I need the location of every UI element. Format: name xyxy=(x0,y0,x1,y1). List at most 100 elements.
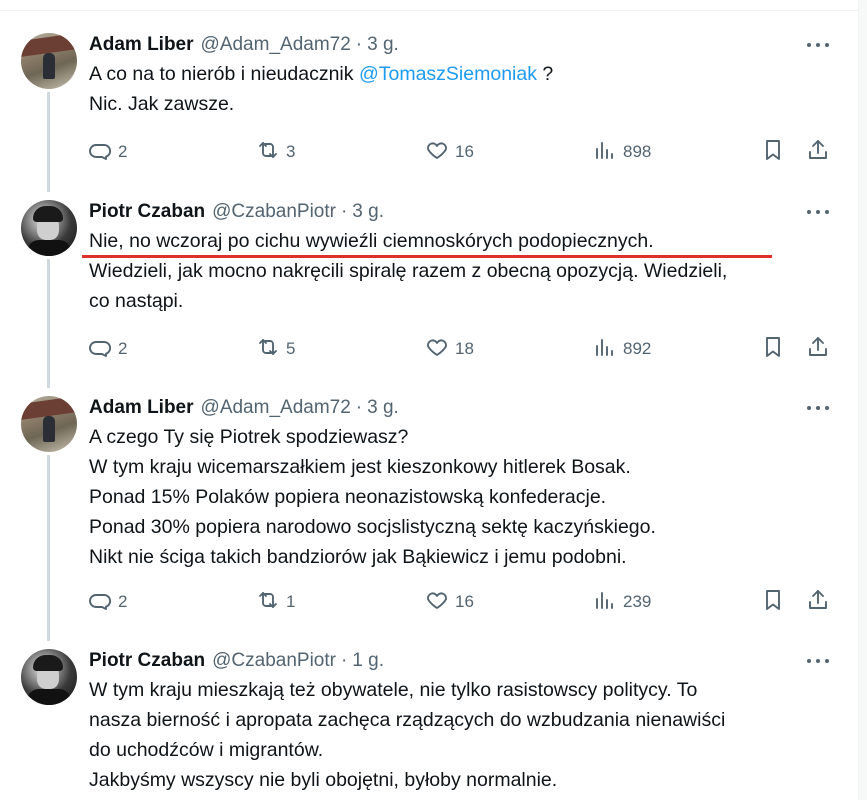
separator-dot: · xyxy=(340,201,348,222)
retweet-icon xyxy=(256,335,280,364)
views-button[interactable]: 892 xyxy=(593,334,651,364)
avatar[interactable] xyxy=(21,33,77,89)
action-bar: 2 3 16 898 xyxy=(0,137,858,167)
text-segment: Ponad 30% popiera narodowo socjslistyczn… xyxy=(89,516,656,538)
text-line: A co na to nierób i nieudacznik @TomaszS… xyxy=(89,59,553,89)
bookmark-icon xyxy=(761,588,785,617)
share-icon xyxy=(806,335,830,364)
tweet-header: Piotr Czaban @CzabanPiotr · 1 g. xyxy=(89,649,384,673)
share-button[interactable] xyxy=(806,587,830,617)
tweet-text: A co na to nierób i nieudacznik @TomaszS… xyxy=(89,59,553,119)
more-icon[interactable] xyxy=(806,657,830,665)
bookmark-button[interactable] xyxy=(761,587,785,617)
text-line: W tym kraju wicemarszałkiem jest kieszon… xyxy=(89,452,656,482)
replies-count: 2 xyxy=(118,339,128,358)
text-line: Ponad 15% Polaków popiera neonazistowską… xyxy=(89,482,656,512)
retweet-icon xyxy=(256,138,280,167)
author-name[interactable]: Adam Liber xyxy=(89,397,194,419)
bookmark-button[interactable] xyxy=(761,137,785,167)
mention-link[interactable]: @TomaszSiemoniak xyxy=(359,63,537,85)
retweets-count: 3 xyxy=(286,142,296,161)
views-icon xyxy=(593,335,617,364)
action-bar: 2 1 16 239 xyxy=(0,587,858,617)
avatar[interactable] xyxy=(21,396,77,452)
author-handle[interactable]: @CzabanPiotr xyxy=(212,201,336,223)
avatar-hair xyxy=(33,206,63,222)
text-segment: W tym kraju mieszkają też obywatele, nie… xyxy=(89,679,698,701)
views-count: 892 xyxy=(623,339,652,358)
more-icon[interactable] xyxy=(806,404,830,412)
text-segment: Nic. Jak zawsze. xyxy=(89,93,235,115)
text-segment: Ponad 15% Polaków popiera neonazistowską… xyxy=(89,486,607,508)
views-button[interactable]: 898 xyxy=(593,137,651,167)
more-icon[interactable] xyxy=(806,41,830,49)
more-icon[interactable] xyxy=(806,208,830,216)
text-line: Jakbyśmy wszyscy nie byli obojętni, było… xyxy=(89,765,725,795)
bookmark-button[interactable] xyxy=(761,334,785,364)
reply-icon xyxy=(88,588,112,617)
author-handle[interactable]: @Adam_Adam72 xyxy=(201,397,351,419)
views-icon xyxy=(593,138,617,167)
retweets-count: 5 xyxy=(286,339,296,358)
red-underline-annotation xyxy=(82,255,772,258)
share-button[interactable] xyxy=(806,334,830,364)
retweet-button[interactable]: 1 xyxy=(256,587,295,617)
text-line: Nikt nie ściga takich bandziorów jak Bąk… xyxy=(89,542,656,572)
text-segment: ? xyxy=(536,63,554,85)
top-divider xyxy=(0,0,858,11)
avatar-hair xyxy=(33,655,63,671)
reply-icon xyxy=(88,335,112,364)
views-count: 898 xyxy=(623,142,652,161)
tweet-time[interactable]: 3 g. xyxy=(367,397,399,419)
avatar[interactable] xyxy=(21,649,77,705)
author-name[interactable]: Piotr Czaban xyxy=(89,201,205,223)
avatar-figure xyxy=(43,416,55,442)
text-line: W tym kraju mieszkają też obywatele, nie… xyxy=(89,675,725,705)
text-segment: A co na to nierób i nieudacznik xyxy=(89,63,359,85)
thread-connector xyxy=(47,259,50,388)
text-line: Ponad 30% popiera narodowo socjslistyczn… xyxy=(89,512,656,542)
text-segment: W tym kraju wicemarszałkiem jest kieszon… xyxy=(89,456,631,478)
tweet-time[interactable]: 1 g. xyxy=(352,650,384,672)
views-icon xyxy=(593,588,617,617)
like-button[interactable]: 16 xyxy=(425,587,474,617)
avatar[interactable] xyxy=(21,200,77,256)
scrollbar[interactable] xyxy=(858,0,867,800)
reply-button[interactable]: 2 xyxy=(88,587,127,617)
retweet-button[interactable]: 5 xyxy=(256,334,295,364)
like-button[interactable]: 16 xyxy=(425,137,474,167)
text-line: co nastąpi. xyxy=(89,286,727,316)
tweet-time[interactable]: 3 g. xyxy=(367,34,399,56)
retweet-button[interactable]: 3 xyxy=(256,137,295,167)
share-button[interactable] xyxy=(806,137,830,167)
views-button[interactable]: 239 xyxy=(593,587,651,617)
heart-icon xyxy=(425,138,449,167)
text-segment: do uchodźców i migrantów. xyxy=(89,739,324,761)
heart-icon xyxy=(425,335,449,364)
author-handle[interactable]: @CzabanPiotr xyxy=(212,650,336,672)
text-segment: Wiedzieli, jak mocno nakręcili spiralę r… xyxy=(89,260,728,282)
share-icon xyxy=(806,588,830,617)
likes-count: 16 xyxy=(455,592,474,611)
text-line: Nie, no wczoraj po cichu wywieźli ciemno… xyxy=(89,226,727,256)
bookmark-icon xyxy=(761,335,785,364)
reply-icon xyxy=(88,138,112,167)
text-line: Wiedzieli, jak mocno nakręcili spiralę r… xyxy=(89,256,727,286)
retweets-count: 1 xyxy=(286,592,296,611)
avatar-body xyxy=(27,689,71,705)
retweet-icon xyxy=(256,588,280,617)
reply-button[interactable]: 2 xyxy=(88,137,127,167)
tweet-time[interactable]: 3 g. xyxy=(352,201,384,223)
tweet-text: Nie, no wczoraj po cichu wywieźli ciemno… xyxy=(89,226,727,316)
reply-button[interactable]: 2 xyxy=(88,334,127,364)
text-line: do uchodźców i migrantów. xyxy=(89,735,725,765)
bookmark-icon xyxy=(761,138,785,167)
like-button[interactable]: 18 xyxy=(425,334,474,364)
share-icon xyxy=(806,138,830,167)
separator-dot: · xyxy=(355,34,363,55)
author-name[interactable]: Piotr Czaban xyxy=(89,650,205,672)
author-handle[interactable]: @Adam_Adam72 xyxy=(201,34,351,56)
author-name[interactable]: Adam Liber xyxy=(89,34,194,56)
text-segment: co nastąpi. xyxy=(89,290,184,312)
avatar-body xyxy=(27,240,71,256)
